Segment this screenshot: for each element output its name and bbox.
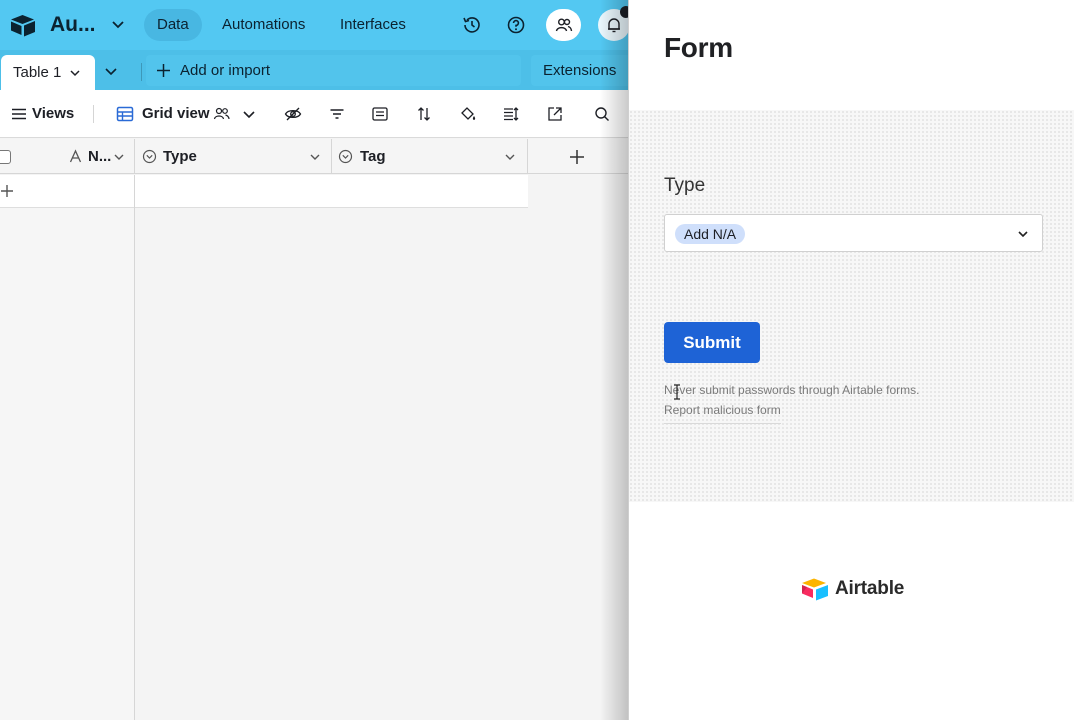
base-name[interactable]: Au... xyxy=(50,13,96,37)
divider xyxy=(141,63,142,81)
sort-icon[interactable] xyxy=(415,105,433,123)
row-height-icon[interactable] xyxy=(502,105,520,123)
form-body: Type Add N/A Submit Never submit passwor… xyxy=(629,110,1074,502)
column-header-type[interactable]: Type xyxy=(135,139,332,174)
single-select-icon xyxy=(142,149,157,164)
grid-empty-area-left xyxy=(0,208,135,720)
airtable-brand[interactable]: Airtable xyxy=(801,576,904,602)
report-malicious-form-link[interactable]: Report malicious form xyxy=(664,403,781,424)
airtable-base: Au... Data Automations Interfaces Table … xyxy=(0,0,630,720)
history-icon[interactable] xyxy=(460,13,484,37)
divider xyxy=(93,105,94,123)
tab-label: Table 1 xyxy=(13,64,62,81)
column-header-tag[interactable]: Tag xyxy=(332,139,528,174)
form-header: Form xyxy=(629,0,1074,110)
plus-icon xyxy=(1,185,13,197)
add-or-import-label: Add or import xyxy=(180,62,271,79)
grid-view-button[interactable]: Grid view xyxy=(142,104,210,124)
chevron-down-icon[interactable] xyxy=(1016,227,1030,241)
view-toolbar: Views Grid view xyxy=(0,90,630,138)
column-header-name[interactable]: N... xyxy=(0,139,135,174)
chevron-down-icon[interactable] xyxy=(240,105,258,123)
chevron-down-icon[interactable] xyxy=(110,16,126,32)
all-tables-chevron-icon[interactable] xyxy=(104,64,118,78)
nav-data[interactable]: Data xyxy=(144,9,202,41)
share-button[interactable] xyxy=(546,9,581,41)
hide-fields-icon[interactable] xyxy=(284,105,302,123)
airtable-logo-icon[interactable] xyxy=(10,13,36,37)
form-footer: Airtable xyxy=(629,502,1074,720)
add-record-row[interactable] xyxy=(0,175,528,208)
field-label-type: Type xyxy=(664,175,706,196)
column-label: Tag xyxy=(360,148,386,165)
users-icon xyxy=(555,18,572,32)
chevron-down-icon[interactable] xyxy=(69,67,81,79)
nav-interfaces[interactable]: Interfaces xyxy=(327,9,419,41)
panel-shadow xyxy=(600,0,630,720)
airtable-logo-icon xyxy=(802,578,828,601)
views-button[interactable]: Views xyxy=(32,104,74,124)
primary-field-icon xyxy=(69,149,82,163)
add-field-icon[interactable] xyxy=(568,148,586,166)
top-bar: Au... Data Automations Interfaces xyxy=(0,0,630,50)
chevron-down-icon[interactable] xyxy=(113,151,125,163)
add-or-import-button[interactable]: Add or import xyxy=(146,55,521,86)
plus-icon xyxy=(157,64,170,77)
column-label: N... xyxy=(88,148,112,165)
type-select[interactable]: Add N/A xyxy=(664,214,1043,252)
text-cursor-icon xyxy=(674,384,680,400)
menu-icon[interactable] xyxy=(10,105,28,123)
table-tab-bar: Table 1 Add or import Extensions xyxy=(0,50,630,90)
single-select-icon xyxy=(338,149,353,164)
submit-button[interactable]: Submit xyxy=(664,322,760,363)
grid-empty-area xyxy=(135,208,630,720)
collaborative-view-icon xyxy=(213,107,230,120)
selected-option-chip: Add N/A xyxy=(675,224,746,244)
column-label: Type xyxy=(163,148,197,165)
filter-icon[interactable] xyxy=(328,105,346,123)
form-preview-panel: Form Type Add N/A Submit Never submit pa… xyxy=(628,0,1074,720)
color-icon[interactable] xyxy=(459,105,477,123)
grid-view-icon xyxy=(116,106,134,122)
form-title: Form xyxy=(664,32,733,63)
tab-table-1[interactable]: Table 1 xyxy=(1,55,95,90)
share-view-icon[interactable] xyxy=(546,105,564,123)
help-icon[interactable] xyxy=(504,13,528,37)
password-warning: Never submit passwords through Airtable … xyxy=(664,383,920,397)
group-icon[interactable] xyxy=(371,105,389,123)
nav-automations[interactable]: Automations xyxy=(209,9,318,41)
airtable-brand-text: Airtable xyxy=(835,578,905,599)
chevron-down-icon[interactable] xyxy=(309,151,321,163)
divider xyxy=(134,175,135,208)
chevron-down-icon[interactable] xyxy=(504,151,516,163)
grid-header: N... Type Tag xyxy=(0,139,630,174)
